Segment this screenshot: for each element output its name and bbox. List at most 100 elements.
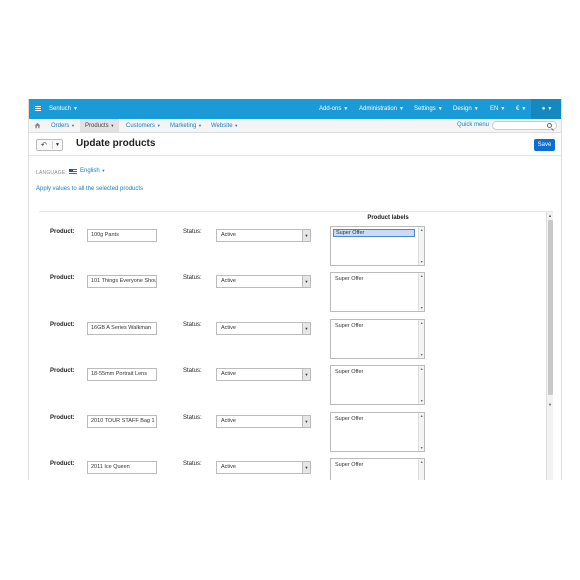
product-name-input[interactable]: 100g Pants xyxy=(87,229,157,242)
product-labels-list[interactable]: Super Offer▲▼ xyxy=(330,412,425,452)
scroll-up-icon[interactable]: ▲ xyxy=(420,460,423,464)
apply-values-link[interactable]: Apply values to all the selected product… xyxy=(36,186,143,192)
scroll-up-icon[interactable]: ▲ xyxy=(420,414,423,418)
status-select[interactable]: Active ▼ xyxy=(216,461,311,474)
scroll-down-icon[interactable]: ▼ xyxy=(420,306,423,310)
menu-administration[interactable]: Administration ▼ xyxy=(359,99,404,119)
save-button[interactable]: Save xyxy=(534,139,555,151)
product-row: Product: 2010 TOUR STAFF Bag 1 Status: Acti… xyxy=(39,411,539,457)
product-name-input[interactable]: 101 Things Everyone Should Know xyxy=(87,275,157,288)
chevron-down-icon: ▼ xyxy=(110,123,115,128)
nav-label: Marketing xyxy=(170,123,197,129)
chevron-down-icon: ▼ xyxy=(473,106,479,112)
chevron-down-icon[interactable]: ▼ xyxy=(302,369,310,380)
menu-addons[interactable]: Add-ons ▼ xyxy=(319,99,348,119)
language-menu[interactable]: EN ▼ xyxy=(490,99,505,119)
chevron-down-icon[interactable]: ▼ xyxy=(302,462,310,473)
menu-label: Settings xyxy=(414,106,436,112)
product-labels-list[interactable]: Super Offer▲▼ xyxy=(330,365,425,405)
chevron-down-icon[interactable]: ▼ xyxy=(302,323,310,334)
status-select[interactable]: Active ▼ xyxy=(216,368,311,381)
status-select[interactable]: Active ▼ xyxy=(216,275,311,288)
label-option[interactable]: Super Offer xyxy=(333,322,415,330)
nav-label: Website xyxy=(211,123,233,129)
product-name-input[interactable]: 18-55mm Portrait Lens xyxy=(87,368,157,381)
nav-customers[interactable]: Customers ▼ xyxy=(121,119,166,132)
language-value: English xyxy=(80,168,100,174)
list-scrollbar[interactable]: ▲▼ xyxy=(418,273,424,311)
nav-marketing[interactable]: Marketing ▼ xyxy=(165,119,207,132)
back-button[interactable]: ↶ ▼ xyxy=(36,139,63,151)
product-labels-list[interactable]: Super Offer▲▼ xyxy=(330,458,425,480)
label-option[interactable]: Super Offer xyxy=(333,415,415,423)
scrollbar-thumb[interactable] xyxy=(548,220,553,395)
label-option[interactable]: Super Offer xyxy=(333,275,415,283)
us-flag-icon xyxy=(69,169,77,174)
search-icon[interactable] xyxy=(547,123,552,128)
scroll-down-icon[interactable]: ▼ xyxy=(420,353,423,357)
product-name-input[interactable]: 2011 Ice Queen xyxy=(87,461,157,474)
currency-symbol: € xyxy=(516,106,520,112)
status-select[interactable]: Active ▼ xyxy=(216,415,311,428)
scroll-down-icon[interactable]: ▼ xyxy=(420,399,423,403)
list-scrollbar[interactable]: ▲▼ xyxy=(418,459,424,480)
label-option[interactable]: Super Offer xyxy=(333,368,415,376)
back-arrow-icon: ↶ xyxy=(41,142,47,149)
list-scrollbar[interactable]: ▲▼ xyxy=(418,413,424,451)
menu-settings[interactable]: Settings ▼ xyxy=(414,99,443,119)
language-code: EN xyxy=(490,106,499,112)
scroll-up-icon[interactable]: ▲ xyxy=(420,367,423,371)
user-icon: ● xyxy=(541,106,546,112)
product-label: Product: xyxy=(50,461,75,467)
currency-menu[interactable]: € ▼ xyxy=(516,99,526,119)
scroll-up-icon[interactable]: ▲ xyxy=(420,228,423,232)
status-value: Active xyxy=(221,325,236,331)
nav-bar: Orders ▼ Products ▼ Customers ▼ Marketin… xyxy=(29,119,561,133)
label-option[interactable]: Super Offer xyxy=(333,229,415,237)
status-select[interactable]: Active ▼ xyxy=(216,322,311,335)
scroll-down-icon[interactable]: ▼ xyxy=(420,260,423,264)
product-labels-list[interactable]: Super Offer▲▼ xyxy=(330,319,425,359)
nav-label: Orders xyxy=(51,123,70,129)
nav-orders[interactable]: Orders ▼ xyxy=(46,119,80,132)
chevron-down-icon[interactable]: ▼ xyxy=(302,276,310,287)
scroll-up-icon[interactable]: ▲ xyxy=(420,321,423,325)
home-icon[interactable] xyxy=(34,122,41,129)
scroll-up-icon[interactable]: ▲ xyxy=(420,274,423,278)
menu-label: Administration xyxy=(359,106,398,112)
list-scrollbar[interactable]: ▲▼ xyxy=(418,366,424,404)
store-selector[interactable]: Sentuch ▼ xyxy=(49,99,78,119)
chevron-down-icon[interactable]: ▼ xyxy=(302,230,310,241)
page-scrollbar[interactable]: ▲ ▼ xyxy=(546,212,553,480)
nav-label: Products xyxy=(85,123,109,129)
store-name: Sentuch xyxy=(49,106,72,112)
product-row: Product: 100g Pants Status: Active ▼ Super Of… xyxy=(39,225,539,271)
scroll-up-icon[interactable]: ▲ xyxy=(548,213,552,218)
search-input[interactable] xyxy=(492,121,557,130)
product-name-input[interactable]: 16GB A Series Walkman xyxy=(87,322,157,335)
list-scrollbar[interactable]: ▲▼ xyxy=(418,320,424,358)
nav-website[interactable]: Website ▼ xyxy=(206,119,243,132)
user-menu[interactable]: ● ▼ xyxy=(531,99,561,119)
label-option[interactable]: Super Offer xyxy=(333,461,415,469)
status-select[interactable]: Active ▼ xyxy=(216,229,311,242)
quick-menu-link[interactable]: Quick menu xyxy=(457,119,489,132)
status-value: Active xyxy=(221,464,236,470)
language-selector[interactable]: English ▼ xyxy=(80,168,105,174)
product-labels-list[interactable]: Super Offer▲▼ xyxy=(330,226,425,266)
menu-icon[interactable] xyxy=(35,106,41,112)
product-labels-list[interactable]: Super Offer▲▼ xyxy=(330,272,425,312)
chevron-down-icon: ▼ xyxy=(234,123,239,128)
status-value: Active xyxy=(221,418,236,424)
nav-products[interactable]: Products ▼ xyxy=(80,119,120,132)
scroll-down-icon[interactable]: ▼ xyxy=(420,446,423,450)
product-name-input[interactable]: 2010 TOUR STAFF Bag 1 xyxy=(87,415,157,428)
scroll-down-icon[interactable]: ▼ xyxy=(548,402,552,407)
chevron-down-icon: ▼ xyxy=(101,168,106,173)
divider xyxy=(52,141,53,149)
chevron-down-icon[interactable]: ▼ xyxy=(302,416,310,427)
language-label: LANGUAGE: xyxy=(36,170,67,176)
list-scrollbar[interactable]: ▲▼ xyxy=(418,227,424,265)
menu-design[interactable]: Design ▼ xyxy=(453,99,479,119)
chevron-down-icon[interactable]: ▼ xyxy=(55,141,60,150)
